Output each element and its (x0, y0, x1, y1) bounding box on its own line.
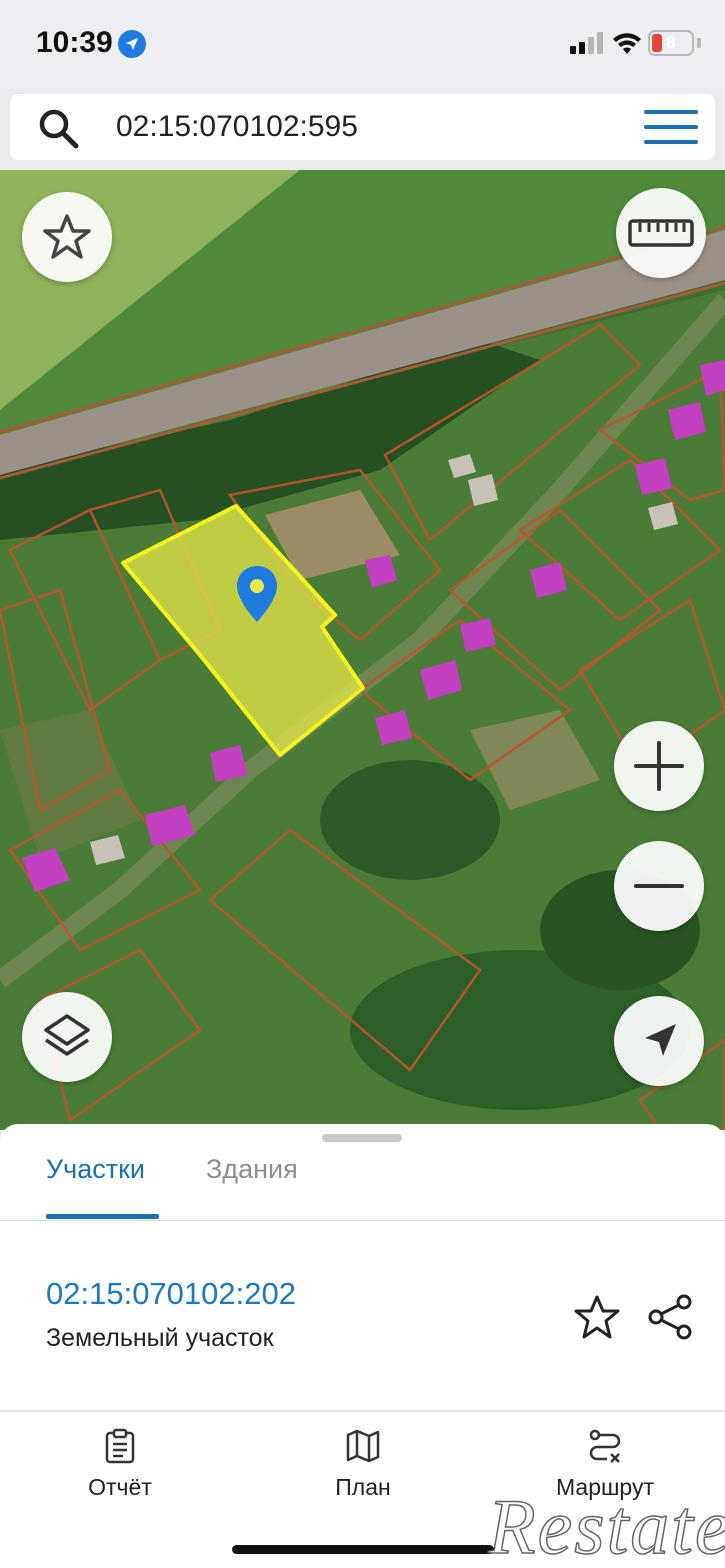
search-bar (10, 94, 715, 160)
search-icon[interactable] (36, 106, 80, 150)
zoom-out-button[interactable] (614, 841, 704, 931)
active-tab-indicator (46, 1214, 159, 1219)
favorite-button[interactable] (22, 192, 112, 282)
satellite-map[interactable] (0, 170, 725, 1130)
layers-icon (44, 1014, 90, 1056)
map-imagery (0, 170, 725, 1130)
nav-label-report: Отчёт (88, 1474, 152, 1500)
cellular-signal-icon (570, 32, 603, 54)
sheet-drag-handle[interactable] (322, 1134, 402, 1142)
zoom-in-button[interactable] (614, 721, 704, 811)
battery-indicator: 8 (648, 30, 694, 56)
parcel-type: Земельный участок (46, 1324, 274, 1352)
ruler-icon (628, 219, 694, 247)
wifi-icon (613, 33, 641, 54)
location-arrow-icon (118, 30, 146, 58)
tab-buildings[interactable]: Здания (206, 1154, 298, 1185)
locate-arrow-icon (645, 1024, 676, 1056)
star-icon (43, 214, 91, 259)
parcel-number-link[interactable]: 02:15:070102:202 (46, 1276, 296, 1312)
hamburger-menu-icon[interactable] (644, 108, 698, 146)
battery-level: 8 (666, 33, 676, 52)
nav-item-report[interactable]: Отчёт (40, 1428, 200, 1501)
clipboard-report-icon (105, 1428, 135, 1464)
my-location-button[interactable] (614, 996, 704, 1086)
plus-icon (634, 741, 684, 791)
sheet-divider (0, 1410, 725, 1412)
status-bar: 10:39 8 (0, 0, 725, 88)
home-indicator[interactable] (232, 1545, 494, 1554)
watermark: Restate (487, 1482, 725, 1568)
star-icon[interactable] (572, 1292, 622, 1342)
tab-divider (0, 1220, 725, 1221)
nav-item-plan[interactable]: План (283, 1428, 443, 1501)
layers-button[interactable] (22, 992, 112, 1082)
minus-icon (634, 884, 684, 888)
tab-plots[interactable]: Участки (46, 1154, 145, 1185)
share-icon[interactable] (646, 1292, 696, 1342)
ruler-button[interactable] (616, 188, 706, 278)
map-plan-icon (346, 1429, 380, 1463)
route-icon (589, 1429, 621, 1463)
search-input[interactable] (116, 108, 596, 146)
status-time: 10:39 (36, 26, 113, 59)
bottom-sheet: Участки Здания 02:15:070102:202 Земельны… (0, 1124, 725, 1414)
nav-label-plan: План (335, 1474, 391, 1500)
